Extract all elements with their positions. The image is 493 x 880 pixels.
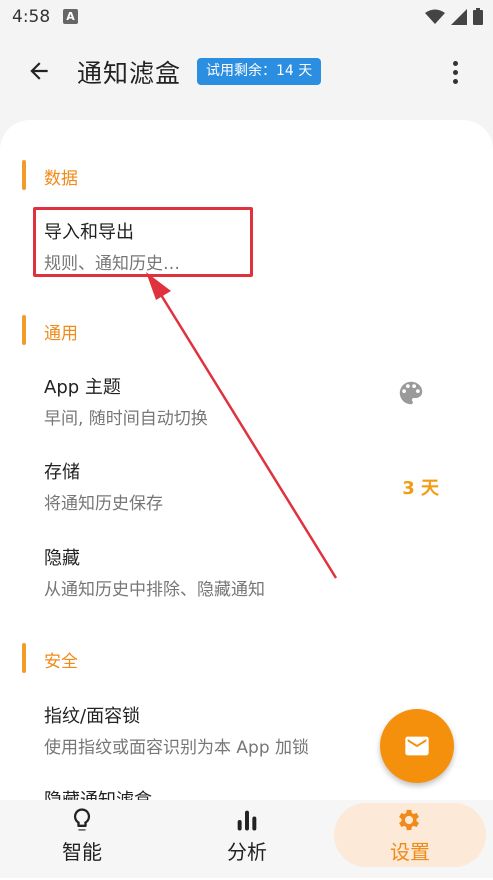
section-accent-bar xyxy=(22,315,26,345)
section-label: 通用 xyxy=(44,324,78,344)
section-label: 安全 xyxy=(44,652,78,672)
nav-item-smart[interactable]: 智能 xyxy=(2,800,162,878)
section-label: 数据 xyxy=(44,169,78,189)
nav-label: 分析 xyxy=(227,840,267,864)
mail-icon xyxy=(405,736,429,756)
pref-app-theme[interactable]: App 主题 早间, 随时间自动切换 xyxy=(0,373,493,453)
section-header-security: 安全 xyxy=(0,643,493,673)
section-accent-bar xyxy=(22,160,26,190)
feedback-fab[interactable] xyxy=(380,709,454,783)
annotation-highlight-box xyxy=(33,207,253,277)
page-title: 通知滤盒 xyxy=(77,59,182,88)
pref-summary: 从通知历史中排除、隐藏通知 xyxy=(44,580,265,600)
battery-icon xyxy=(473,8,483,25)
section-header-data: 数据 xyxy=(0,160,493,190)
signal-icon xyxy=(451,8,467,25)
more-dot-icon xyxy=(452,69,458,75)
pref-summary: 使用指纹或面容识别为本 App 加锁 xyxy=(44,738,310,758)
nav-label: 设置 xyxy=(390,840,430,864)
pref-summary: 早间, 随时间自动切换 xyxy=(44,409,208,429)
back-arrow-icon xyxy=(30,62,48,80)
lightbulb-icon xyxy=(73,808,91,831)
pref-hide[interactable]: 隐藏 从通知历史中排除、隐藏通知 xyxy=(0,544,493,624)
app-bar: 通知滤盒 试用剩余：14 天 xyxy=(0,34,493,110)
status-bar: 4:58 A xyxy=(0,0,493,34)
trial-badge[interactable]: 试用剩余：14 天 xyxy=(197,58,322,85)
wifi-icon xyxy=(425,9,445,24)
status-time: 4:58 xyxy=(12,7,51,27)
section-accent-bar xyxy=(22,643,26,673)
nav-label: 智能 xyxy=(62,840,102,864)
gear-icon xyxy=(399,809,419,831)
pref-storage[interactable]: 存储 将通知历史保存 3 天 xyxy=(0,458,493,538)
more-dot-icon xyxy=(452,78,458,84)
more-options-button[interactable] xyxy=(440,52,470,92)
bar-chart-icon xyxy=(237,810,257,831)
palette-icon xyxy=(399,381,423,405)
notification-icon: A xyxy=(63,9,78,24)
pref-title: App 主题 xyxy=(44,377,121,398)
nav-item-settings[interactable]: 设置 xyxy=(334,800,493,878)
more-dot-icon xyxy=(452,60,458,66)
section-header-general: 通用 xyxy=(0,315,493,345)
back-button[interactable] xyxy=(22,54,56,88)
bottom-navigation: 智能 分析 设置 xyxy=(0,800,493,878)
storage-days-value: 3 天 xyxy=(402,478,439,499)
pref-title: 存储 xyxy=(44,462,80,483)
pref-summary: 将通知历史保存 xyxy=(44,494,163,514)
nav-item-analysis[interactable]: 分析 xyxy=(167,800,327,878)
status-icons xyxy=(425,8,483,25)
pref-title: 指纹/面容锁 xyxy=(44,706,141,727)
pref-title: 隐藏 xyxy=(44,548,80,569)
